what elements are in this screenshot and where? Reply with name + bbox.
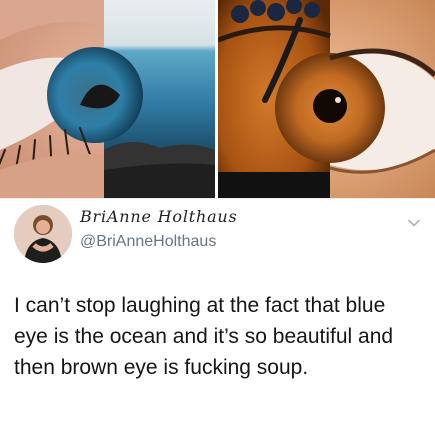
eye-collage-image	[0, 0, 435, 198]
author-handle[interactable]: @BriAnneHolthaus	[80, 233, 216, 251]
card-divider	[0, 198, 435, 199]
author-name[interactable]: BriAnne Holthaus	[80, 207, 238, 226]
avatar[interactable]	[14, 205, 72, 263]
tweet-text: I can’t stop laughing at the fact that b…	[14, 294, 394, 379]
chevron-down-icon[interactable]	[407, 216, 421, 230]
